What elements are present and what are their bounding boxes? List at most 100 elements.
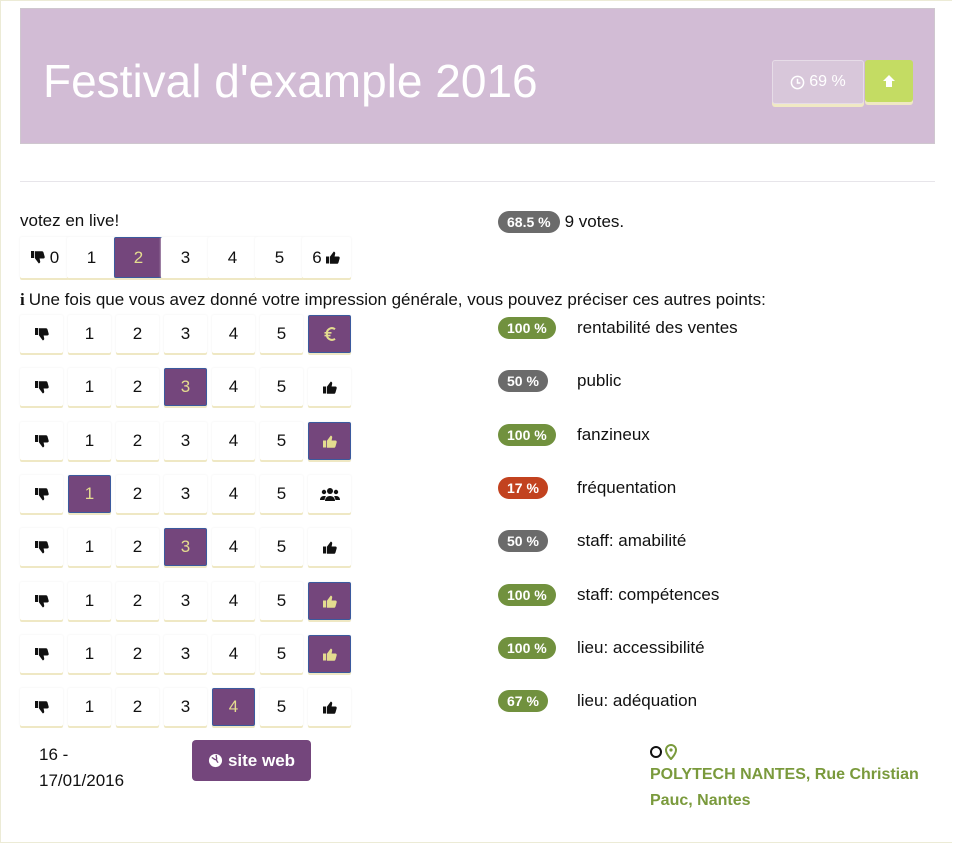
criterion-label: fanzineux bbox=[577, 425, 650, 444]
thumbs-up-icon bbox=[322, 380, 338, 395]
vote-option-button[interactable]: 3 bbox=[164, 582, 207, 620]
vote-down-button[interactable] bbox=[20, 315, 63, 353]
thumbs-down-icon bbox=[34, 434, 50, 449]
vote-option-button[interactable]: 2 bbox=[116, 475, 159, 513]
thumbs-up-icon bbox=[322, 540, 338, 555]
vote-option-button[interactable]: 4 bbox=[212, 475, 255, 513]
criterion-label: staff: amabilité bbox=[577, 531, 687, 550]
vote-option-button[interactable]: 2 bbox=[116, 368, 159, 406]
thumbs-down-icon bbox=[34, 380, 50, 395]
live-vote-option-label: 2 bbox=[133, 247, 144, 267]
divider bbox=[20, 181, 935, 182]
event-date: 16 - 17/01/2016 bbox=[39, 742, 149, 794]
vote-option-button[interactable]: 2 bbox=[116, 582, 159, 620]
live-vote-option[interactable]: 1 bbox=[67, 237, 116, 278]
vote-option-button[interactable]: 1 bbox=[68, 315, 111, 353]
vote-top-button[interactable] bbox=[308, 368, 351, 406]
vote-option-button[interactable]: 5 bbox=[260, 475, 303, 513]
vote-down-button[interactable] bbox=[20, 368, 63, 406]
vote-option-button[interactable]: 1 bbox=[68, 635, 111, 673]
scroll-up-button[interactable] bbox=[865, 60, 913, 102]
criterion-vote-row: 12345 bbox=[20, 582, 351, 620]
vote-option-button[interactable]: 3 bbox=[164, 368, 207, 406]
users-icon bbox=[319, 487, 340, 502]
vote-option-button[interactable]: 3 bbox=[164, 422, 207, 460]
vote-option-button[interactable]: 3 bbox=[164, 688, 207, 726]
address-link[interactable]: POLYTECH NANTES, Rue Christian Pauc, Nan… bbox=[650, 766, 919, 809]
vote-option-button[interactable]: 4 bbox=[212, 528, 255, 566]
live-vote-option[interactable]: 3 bbox=[161, 237, 210, 278]
thumbs-up-icon bbox=[322, 434, 338, 449]
vote-option-button[interactable]: 4 bbox=[212, 688, 255, 726]
criterion-stat: 100 % lieu: accessibilité bbox=[498, 637, 705, 659]
criterion-vote-row: 12345 bbox=[20, 528, 351, 566]
vote-option-button[interactable]: 5 bbox=[260, 315, 303, 353]
vote-top-button[interactable] bbox=[308, 582, 351, 620]
criterion-stat: 100 % fanzineux bbox=[498, 424, 650, 446]
vote-option-button[interactable]: 1 bbox=[68, 688, 111, 726]
vote-option-button[interactable]: 5 bbox=[260, 582, 303, 620]
vote-option-button[interactable]: 4 bbox=[212, 315, 255, 353]
vote-option-button[interactable]: 5 bbox=[260, 368, 303, 406]
vote-option-button[interactable]: 5 bbox=[260, 688, 303, 726]
criterion-vote-row: 12345 bbox=[20, 635, 351, 673]
criterion-label: staff: compétences bbox=[577, 585, 720, 604]
vote-option-button[interactable]: 1 bbox=[68, 528, 111, 566]
vote-option-button[interactable]: 3 bbox=[164, 635, 207, 673]
vote-down-button[interactable] bbox=[20, 688, 63, 726]
vote-top-button[interactable] bbox=[308, 688, 351, 726]
vote-option-button[interactable]: 4 bbox=[212, 422, 255, 460]
vote-option-button[interactable]: 1 bbox=[68, 368, 111, 406]
thumbs-down-icon bbox=[34, 487, 50, 502]
vote-option-button[interactable]: 2 bbox=[116, 688, 159, 726]
live-vote-option[interactable]: 0 bbox=[20, 237, 69, 278]
vote-option-button[interactable]: 3 bbox=[164, 528, 207, 566]
live-vote-option[interactable]: 4 bbox=[208, 237, 257, 278]
global-votes-count: 9 votes. bbox=[564, 212, 625, 231]
vote-option-button[interactable]: 2 bbox=[116, 422, 159, 460]
page-header: Festival d'example 2016 69 % bbox=[20, 8, 935, 144]
vote-option-button[interactable]: 1 bbox=[68, 422, 111, 460]
vote-option-button[interactable]: 1 bbox=[68, 582, 111, 620]
vote-top-button[interactable] bbox=[308, 315, 351, 353]
criterion-stat: 17 % fréquentation bbox=[498, 477, 676, 499]
global-percent-badge: 68.5 % bbox=[498, 211, 560, 233]
criterion-label: lieu: adéquation bbox=[577, 691, 698, 710]
live-vote-option-label: 1 bbox=[86, 247, 97, 267]
live-vote-option[interactable]: 5 bbox=[255, 237, 304, 278]
vote-option-button[interactable]: 4 bbox=[212, 635, 255, 673]
criterion-label: lieu: accessibilité bbox=[577, 638, 705, 657]
vote-top-button[interactable] bbox=[308, 422, 351, 460]
vote-down-button[interactable] bbox=[20, 635, 63, 673]
vote-option-button[interactable]: 2 bbox=[116, 528, 159, 566]
vote-down-button[interactable] bbox=[20, 475, 63, 513]
thumbs-down-icon bbox=[34, 594, 50, 609]
website-button-label: site web bbox=[227, 750, 296, 770]
vote-option-button[interactable]: 2 bbox=[116, 635, 159, 673]
website-button[interactable]: site web bbox=[192, 740, 311, 781]
vote-top-button[interactable] bbox=[308, 635, 351, 673]
criterion-vote-row: 12345 bbox=[20, 422, 351, 460]
thumbs-up-icon bbox=[322, 647, 338, 662]
vote-down-button[interactable] bbox=[20, 528, 63, 566]
vote-option-button[interactable]: 5 bbox=[260, 635, 303, 673]
vote-down-button[interactable] bbox=[20, 582, 63, 620]
thumbs-down-icon bbox=[34, 700, 50, 715]
vote-top-button[interactable] bbox=[308, 528, 351, 566]
criterion-percent-badge: 17 % bbox=[498, 477, 548, 499]
live-vote-option[interactable]: 6 bbox=[302, 237, 351, 278]
vote-option-button[interactable]: 5 bbox=[260, 422, 303, 460]
vote-option-button[interactable]: 2 bbox=[116, 315, 159, 353]
vote-option-button[interactable]: 1 bbox=[68, 475, 111, 513]
vote-option-button[interactable]: 3 bbox=[164, 475, 207, 513]
clock-icon bbox=[790, 75, 805, 90]
vote-option-button[interactable]: 4 bbox=[212, 582, 255, 620]
time-progress-button[interactable]: 69 % bbox=[772, 60, 864, 104]
vote-top-button[interactable] bbox=[308, 475, 351, 513]
vote-option-button[interactable]: 5 bbox=[260, 528, 303, 566]
vote-option-button[interactable]: 4 bbox=[212, 368, 255, 406]
vote-down-button[interactable] bbox=[20, 422, 63, 460]
vote-option-button[interactable]: 3 bbox=[164, 315, 207, 353]
thumbs-up-icon bbox=[322, 700, 338, 715]
live-vote-option[interactable]: 2 bbox=[114, 237, 163, 278]
